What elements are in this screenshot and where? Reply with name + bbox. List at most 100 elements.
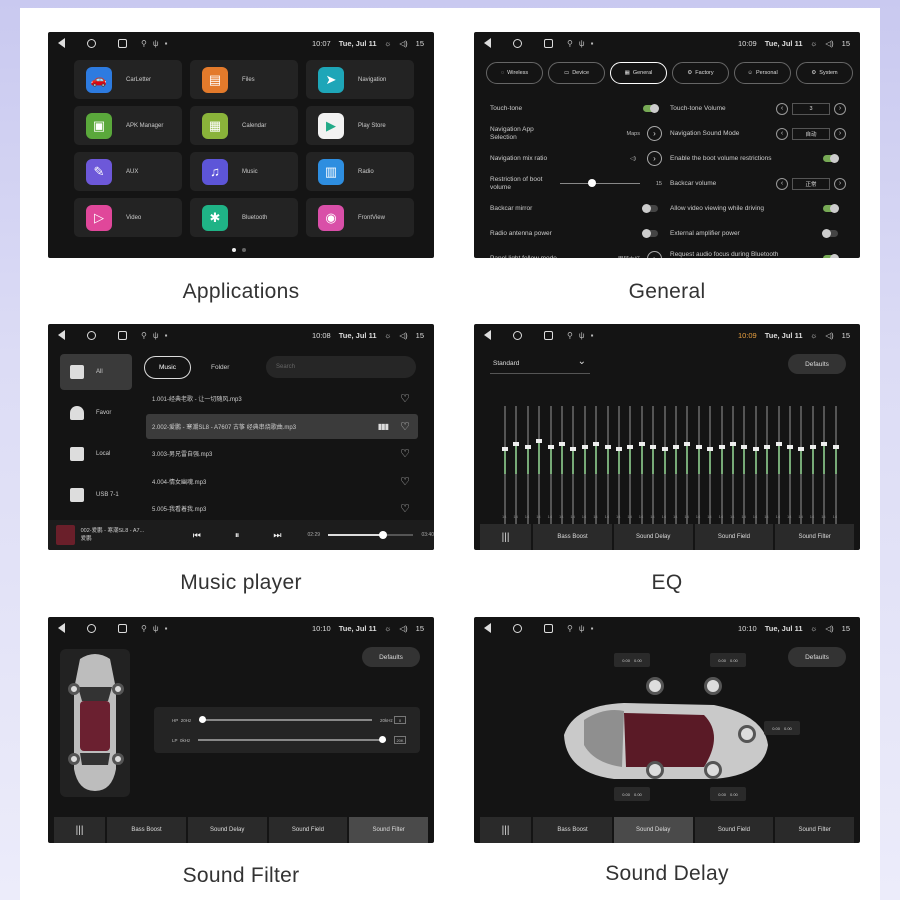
back-icon[interactable] — [58, 623, 65, 633]
app-tile[interactable]: ▣ APK Manager — [74, 106, 182, 145]
chevron-right-icon[interactable]: › — [647, 151, 662, 166]
toggle-switch[interactable] — [642, 229, 658, 238]
eq-tab-icon[interactable]: ||| — [480, 524, 532, 550]
tab-bass-boost[interactable]: Bass Boost — [533, 524, 612, 550]
volume-icon[interactable]: ◁) — [825, 624, 833, 633]
tab-bass-boost[interactable]: Bass Boost — [107, 817, 186, 843]
tab-sound-delay[interactable]: Sound Delay — [613, 817, 693, 843]
stepper[interactable]: ‹ 3 › — [776, 102, 846, 115]
back-icon[interactable] — [484, 623, 491, 633]
app-tile[interactable]: ✱ Bluetooth — [190, 198, 298, 237]
app-tile[interactable]: ▤ Files — [190, 60, 298, 99]
song-row[interactable]: 2.002-爱鹏 - 寒潮SL8 - A7607 古筝 经典串烧歌曲.mp3 ▮▮… — [146, 413, 418, 439]
tab-sound-field[interactable]: Sound Field — [268, 817, 348, 843]
sidebar-item-favor[interactable]: Favor — [60, 395, 132, 431]
chevron-left-icon[interactable]: ‹ — [776, 127, 788, 140]
tab-general[interactable]: ▦ General — [610, 62, 667, 84]
stepper[interactable]: ‹ 自动 › — [776, 127, 846, 140]
next-icon[interactable]: ⏭ — [273, 530, 281, 541]
tab-sound-delay[interactable]: Sound Delay — [613, 524, 693, 550]
brightness-icon[interactable]: ☼ — [811, 331, 818, 340]
setting-left[interactable]: Navigation App Selection › Maps — [490, 121, 670, 146]
sidebar-item-local[interactable]: Local — [60, 436, 132, 472]
brightness-icon[interactable]: ☼ — [385, 39, 392, 48]
recents-icon[interactable] — [544, 623, 553, 633]
tab-factory[interactable]: ⚙ Factory — [672, 62, 729, 84]
chevron-right-icon[interactable]: › — [647, 251, 662, 258]
tab-music[interactable]: Music — [144, 356, 191, 379]
app-tile[interactable]: ▶ Play Store — [306, 106, 414, 145]
tab-personal[interactable]: ☺ Personal — [734, 62, 791, 84]
back-icon[interactable] — [484, 38, 491, 48]
app-tile[interactable]: ▷ Video — [74, 198, 182, 237]
setting-right[interactable]: Enable the boot volume restrictions — [670, 146, 850, 171]
recents-icon[interactable] — [118, 623, 127, 633]
volume-icon[interactable]: ◁) — [825, 331, 833, 340]
tab-sound-filter[interactable]: Sound Filter — [349, 817, 428, 843]
speaker-icon[interactable] — [68, 753, 80, 765]
app-tile[interactable]: ♫ Music — [190, 152, 298, 191]
chevron-right-icon[interactable]: › — [647, 126, 662, 141]
toggle-switch[interactable] — [822, 229, 838, 238]
toggle-switch[interactable] — [643, 104, 659, 113]
tab-system[interactable]: ⚙ System — [796, 62, 853, 84]
tab-sound-field[interactable]: Sound Field — [694, 524, 774, 550]
setting-right[interactable]: Backcar volume ‹ 正常 › — [670, 171, 850, 196]
app-tile[interactable]: ▦ Calendar — [190, 106, 298, 145]
volume-icon[interactable]: ◁) — [825, 39, 833, 48]
setting-left[interactable]: Panel light follow mode › 跟随大灯 — [490, 246, 670, 258]
previous-icon[interactable]: ⏮ — [193, 530, 201, 541]
setting-right[interactable]: External amplifier power — [670, 221, 850, 246]
setting-left[interactable]: Restriction of boot volume 15 — [490, 171, 670, 196]
setting-left[interactable]: Backcar mirror — [490, 196, 670, 221]
chevron-left-icon[interactable]: ‹ — [776, 102, 788, 115]
speaker-icon[interactable] — [112, 683, 124, 695]
heart-icon[interactable]: ♡ — [400, 475, 410, 488]
setting-right[interactable]: Allow video viewing while driving — [670, 196, 850, 221]
song-row[interactable]: 5.005-我看着我.mp3 ♡ — [146, 496, 418, 521]
speaker-icon[interactable] — [68, 683, 80, 695]
heart-icon[interactable]: ♡ — [400, 502, 410, 515]
heart-icon[interactable]: ♡ — [400, 420, 410, 433]
speaker-icon[interactable] — [738, 725, 756, 743]
recents-icon[interactable] — [118, 330, 127, 340]
setting-left[interactable]: Touch-tone — [490, 96, 670, 121]
toggle-switch[interactable] — [642, 204, 658, 213]
app-tile[interactable]: 🚗 CarLetter — [74, 60, 182, 99]
speaker-icon[interactable] — [112, 753, 124, 765]
eq-tab-icon[interactable]: ||| — [480, 817, 532, 843]
brightness-icon[interactable]: ☼ — [811, 39, 818, 48]
app-tile[interactable]: ✎ AUX — [74, 152, 182, 191]
tab-sound-filter[interactable]: Sound Filter — [775, 817, 854, 843]
song-row[interactable]: 4.004-情女幽魂.mp3 ♡ — [146, 469, 418, 494]
speaker-icon[interactable] — [704, 677, 722, 695]
back-icon[interactable] — [484, 330, 491, 340]
volume-icon[interactable]: ◁) — [399, 331, 407, 340]
chevron-right-icon[interactable]: › — [834, 127, 846, 140]
defaults-button[interactable]: Defaults — [788, 354, 846, 374]
tab-sound-delay[interactable]: Sound Delay — [187, 817, 267, 843]
recents-icon[interactable] — [544, 38, 553, 48]
brightness-icon[interactable]: ☼ — [385, 331, 392, 340]
progress-slider[interactable] — [328, 531, 414, 539]
sidebar-item-usb-7-1[interactable]: USB 7-1 — [60, 477, 132, 513]
back-icon[interactable] — [58, 38, 65, 48]
home-icon[interactable] — [513, 623, 522, 633]
tab-sound-filter[interactable]: Sound Filter — [775, 524, 854, 550]
home-icon[interactable] — [513, 330, 522, 340]
stepper[interactable]: ‹ 正常 › — [776, 177, 846, 190]
app-tile[interactable]: ▥ Radio — [306, 152, 414, 191]
speaker-icon[interactable] — [646, 761, 664, 779]
tab-wireless[interactable]: ◌ Wireless — [486, 62, 543, 84]
eq-tab-icon[interactable]: ||| — [54, 817, 106, 843]
back-icon[interactable] — [58, 330, 65, 340]
app-tile[interactable]: ◉ FrontView — [306, 198, 414, 237]
home-icon[interactable] — [87, 38, 96, 48]
heart-icon[interactable]: ♡ — [400, 447, 410, 460]
setting-right[interactable]: Navigation Sound Mode ‹ 自动 › — [670, 121, 850, 146]
volume-icon[interactable]: ◁) — [399, 624, 407, 633]
chevron-left-icon[interactable]: ‹ — [776, 177, 788, 190]
tab-folder[interactable]: Folder — [211, 364, 229, 371]
search-input[interactable]: Search — [266, 356, 416, 378]
lp-slider[interactable] — [198, 736, 386, 744]
